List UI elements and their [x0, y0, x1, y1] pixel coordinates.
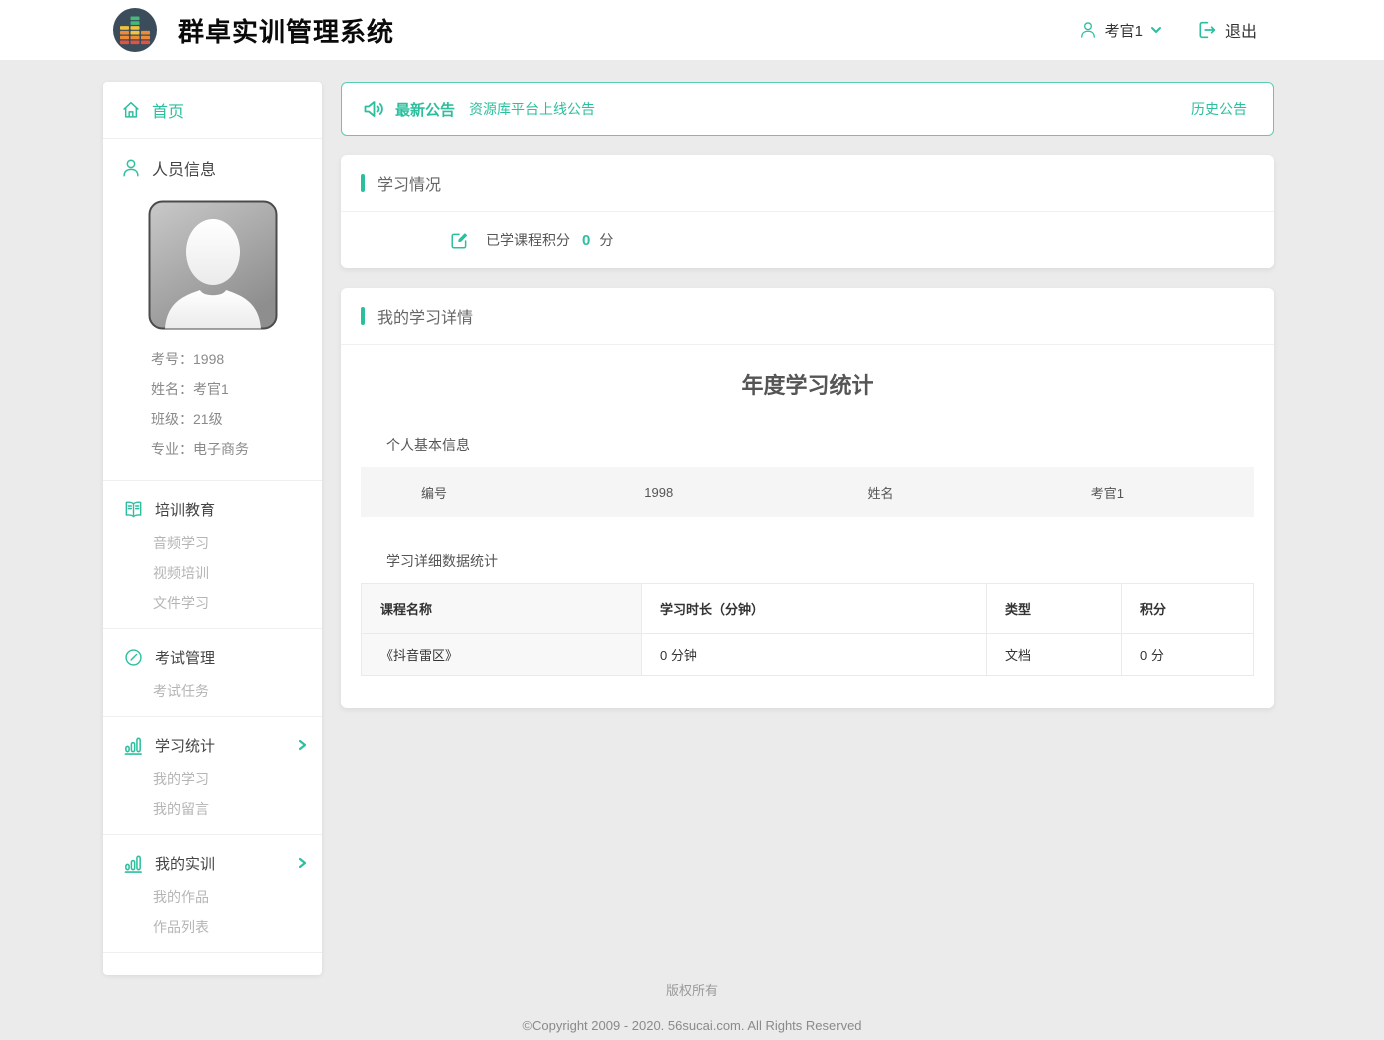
menu-group-training: 培训教育 音频学习 视频培训 文件学习 [103, 481, 322, 629]
logout-button[interactable]: 退出 [1196, 18, 1257, 42]
home-icon [120, 99, 142, 121]
bar-chart-icon [123, 734, 144, 756]
study-detail-header: 我的学习详情 [341, 288, 1274, 345]
col-header-course: 课程名称 [362, 584, 642, 634]
announcement-bar: 最新公告 资源库平台上线公告 历史公告 [341, 82, 1274, 136]
cell-type: 文档 [987, 634, 1122, 676]
profile-block: 人员信息 [103, 139, 322, 481]
user-icon [1078, 20, 1098, 40]
sidebar-subitem-file-study[interactable]: 文件学习 [103, 588, 322, 618]
sidebar-item-label: 首页 [152, 98, 184, 122]
user-name: 考官1 [1105, 20, 1143, 41]
app-logo-icon [112, 7, 158, 53]
profile-field: 专业：电子商务 [151, 434, 322, 464]
study-detail-title: 我的学习详情 [377, 304, 473, 328]
study-status-title: 学习情况 [377, 171, 441, 195]
basic-info-label: 个人基本信息 [386, 435, 1254, 455]
sidebar-item-exam[interactable]: 考试管理 [103, 638, 322, 676]
sidebar-item-label: 学习统计 [155, 735, 215, 756]
study-stats-table: 课程名称 学习时长（分钟） 类型 积分 《抖音雷区》 0 分钟 文档 0 分 [361, 583, 1254, 676]
sidebar-item-label: 人员信息 [152, 156, 216, 180]
sidebar-subitem-my-works[interactable]: 我的作品 [103, 882, 322, 912]
user-menu[interactable]: 考官1 [1078, 20, 1162, 41]
study-status-header: 学习情况 [341, 155, 1274, 212]
sidebar-subitem-my-messages[interactable]: 我的留言 [103, 794, 322, 824]
score-label: 已学课程积分 [486, 230, 570, 250]
basic-info-strip: 编号 1998 姓名 考官1 [361, 467, 1254, 517]
sidebar-subitem-exam-task[interactable]: 考试任务 [103, 676, 322, 706]
basic-info-cell: 姓名 [808, 483, 1031, 502]
chevron-right-icon [296, 738, 308, 752]
profile-fields: 考号：1998 姓名：考官1 班级：21级 专业：电子商务 [151, 344, 322, 464]
chevron-right-icon [296, 856, 308, 870]
col-header-type: 类型 [987, 584, 1122, 634]
app-title: 群卓实训管理系统 [178, 12, 394, 49]
profile-field: 班级：21级 [151, 404, 322, 434]
book-icon [123, 499, 144, 520]
edit-icon [449, 230, 470, 251]
bar-chart-icon [123, 852, 144, 874]
menu-group-study-stats: 学习统计 我的学习 我的留言 [103, 717, 322, 835]
cell-course-name: 《抖音雷区》 [362, 634, 642, 676]
announcement-link[interactable]: 资源库平台上线公告 [469, 99, 595, 119]
report-title: 年度学习统计 [361, 345, 1254, 401]
study-detail-body: 年度学习统计 个人基本信息 编号 1998 姓名 考官1 学习详细数据统计 课程… [341, 345, 1274, 708]
menu-group-my-practice: 我的实训 我的作品 作品列表 [103, 835, 322, 953]
score-unit: 分 [599, 230, 613, 250]
score-value: 0 [582, 232, 590, 249]
footer-copyright-cn: 版权所有 [0, 980, 1384, 999]
sidebar-item-label: 培训教育 [155, 499, 215, 520]
sidebar-subitem-my-study[interactable]: 我的学习 [103, 764, 322, 794]
sidebar-subitem-works-list[interactable]: 作品列表 [103, 912, 322, 942]
accent-bar [361, 174, 365, 192]
sidebar-item-label: 我的实训 [155, 853, 215, 874]
col-header-duration: 学习时长（分钟） [642, 584, 987, 634]
table-row: 《抖音雷区》 0 分钟 文档 0 分 [362, 634, 1254, 676]
latest-announcement-label: 最新公告 [395, 99, 455, 120]
speaker-icon [362, 97, 386, 121]
study-detail-card: 我的学习详情 年度学习统计 个人基本信息 编号 1998 姓名 考官1 学习详细… [341, 288, 1274, 708]
sidebar-item-label: 考试管理 [155, 647, 215, 668]
logout-icon [1196, 19, 1218, 41]
avatar [148, 200, 278, 330]
menu-group-exam: 考试管理 考试任务 [103, 629, 322, 717]
basic-info-cell: 考官1 [1031, 483, 1254, 502]
sidebar-item-profile[interactable]: 人员信息 [103, 139, 322, 196]
footer-copyright-en: ©Copyright 2009 - 2020. 56sucai.com. All… [0, 1018, 1384, 1033]
app-header: 群卓实训管理系统 考官1 [0, 0, 1384, 60]
basic-info-cell: 1998 [584, 485, 807, 500]
sidebar-item-training[interactable]: 培训教育 [103, 490, 322, 528]
person-icon [120, 157, 142, 179]
profile-field: 姓名：考官1 [151, 374, 322, 404]
table-header-row: 课程名称 学习时长（分钟） 类型 积分 [362, 584, 1254, 634]
detail-stats-label: 学习详细数据统计 [386, 551, 1254, 571]
sidebar-item-home[interactable]: 首页 [103, 82, 322, 139]
profile-field: 考号：1998 [151, 344, 322, 374]
sidebar-subitem-audio-study[interactable]: 音频学习 [103, 528, 322, 558]
page-footer: 版权所有 ©Copyright 2009 - 2020. 56sucai.com… [0, 980, 1384, 1033]
sidebar-subitem-video-training[interactable]: 视频培训 [103, 558, 322, 588]
history-announcement-link[interactable]: 历史公告 [1191, 99, 1247, 119]
study-status-card: 学习情况 已学课程积分 0 分 [341, 155, 1274, 268]
sidebar-bottom-spacer [103, 953, 322, 975]
col-header-score: 积分 [1122, 584, 1254, 634]
sidebar: 首页 人员信息 [103, 82, 322, 975]
logout-label: 退出 [1225, 18, 1257, 42]
compass-clock-icon [123, 647, 144, 668]
study-status-body: 已学课程积分 0 分 [341, 212, 1274, 268]
sidebar-item-study-stats[interactable]: 学习统计 [103, 726, 322, 764]
accent-bar [361, 307, 365, 325]
main-content: 最新公告 资源库平台上线公告 历史公告 学习情况 已学课程积分 0 分 [341, 82, 1274, 708]
cell-score: 0 分 [1122, 634, 1254, 676]
basic-info-cell: 编号 [361, 483, 584, 502]
sidebar-item-my-practice[interactable]: 我的实训 [103, 844, 322, 882]
chevron-down-icon [1150, 24, 1162, 36]
cell-duration: 0 分钟 [642, 634, 987, 676]
